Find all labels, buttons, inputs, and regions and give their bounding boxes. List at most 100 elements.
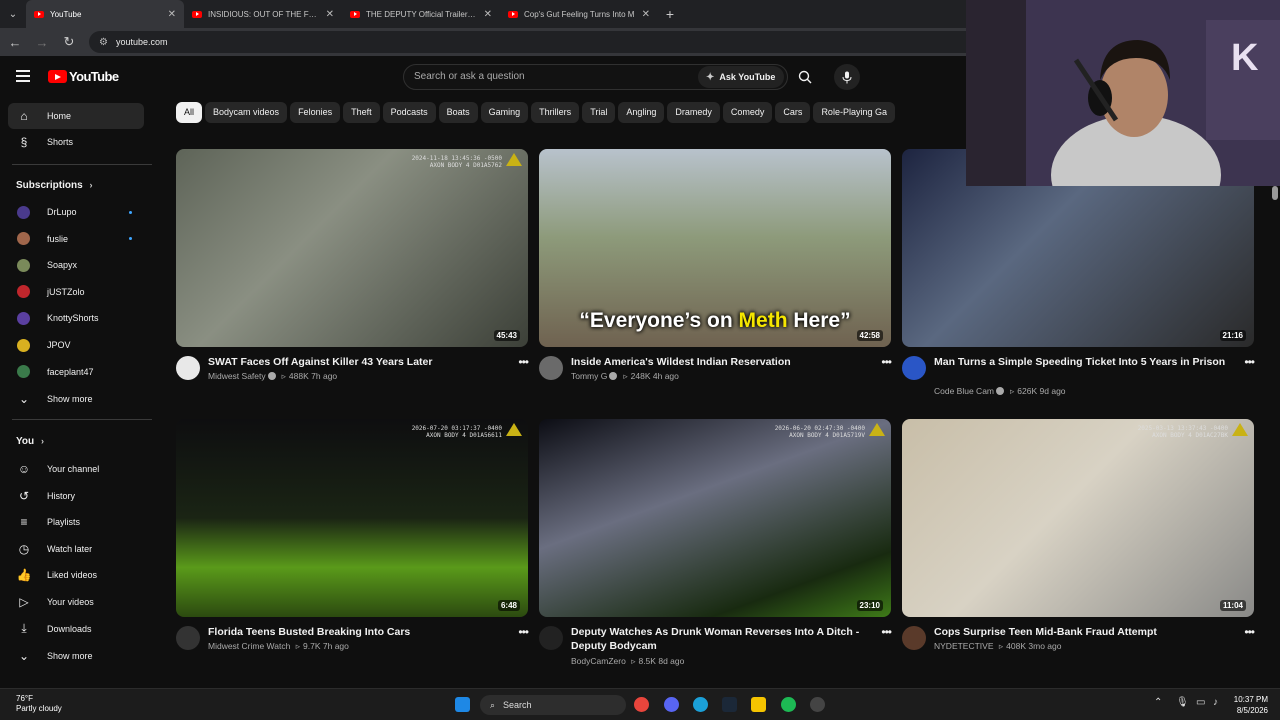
- edge-icon[interactable]: [693, 697, 708, 712]
- channel-name[interactable]: Midwest Crime Watch: [208, 641, 290, 651]
- reload-icon[interactable]: ↻: [57, 30, 81, 54]
- chip-podcasts[interactable]: Podcasts: [382, 102, 436, 123]
- video-card[interactable]: 2026-07-20 03:17:37 -0400 AXON BODY 4 D0…: [176, 419, 529, 659]
- sidebar-item-home[interactable]: ⌂ Home: [8, 103, 144, 129]
- sidebar-item-knottyshorts[interactable]: KnottyShorts: [8, 305, 144, 331]
- sidebar-item-justzolo[interactable]: jUSTZolo: [8, 279, 144, 305]
- sidebar-item-downloads[interactable]: ⤓ Downloads: [8, 616, 144, 642]
- sidebar-item-fuslie[interactable]: fuslie: [8, 226, 144, 252]
- channel-avatar[interactable]: [902, 356, 926, 380]
- close-tab-icon[interactable]: ✕: [484, 9, 492, 20]
- channel-avatar[interactable]: [176, 626, 200, 650]
- video-thumbnail[interactable]: 2026-06-20 02:47:30 -0400 AXON BODY 4 D0…: [539, 419, 891, 617]
- microphone-icon[interactable]: 🎙: [1176, 697, 1189, 708]
- browser-tab-youtube[interactable]: YouTube ✕: [26, 0, 184, 28]
- video-card[interactable]: 2026-06-20 02:47:30 -0400 AXON BODY 4 D0…: [539, 419, 892, 666]
- steam-icon[interactable]: [722, 697, 737, 712]
- more-options-icon[interactable]: •••: [881, 625, 892, 639]
- page-scrollbar[interactable]: [1272, 186, 1278, 200]
- more-options-icon[interactable]: •••: [518, 625, 529, 639]
- close-tab-icon[interactable]: ✕: [326, 9, 334, 20]
- video-title[interactable]: Florida Teens Busted Breaking Into Cars: [208, 625, 508, 639]
- windows-start-icon[interactable]: [455, 697, 470, 712]
- video-card[interactable]: 2024-11-18 13:45:36 -0500 AXON BODY 4 D0…: [176, 149, 529, 389]
- youtube-logo[interactable]: YouTube: [48, 69, 119, 84]
- chip-angling[interactable]: Angling: [618, 102, 665, 123]
- video-title[interactable]: Man Turns a Simple Speeding Ticket Into …: [934, 355, 1234, 369]
- chip-all[interactable]: All: [176, 102, 203, 123]
- channel-name[interactable]: BodyCamZero: [571, 656, 626, 666]
- chip-theft[interactable]: Theft: [343, 102, 380, 123]
- microphone-icon[interactable]: [834, 64, 860, 90]
- sidebar-show-more-you[interactable]: ⌄ Show more: [8, 643, 144, 669]
- chip-gaming[interactable]: Gaming: [480, 102, 529, 123]
- channel-name[interactable]: Code Blue Cam: [934, 386, 994, 396]
- channel-name[interactable]: NYDETECTIVE: [934, 641, 994, 651]
- more-options-icon[interactable]: •••: [881, 355, 892, 369]
- volume-icon[interactable]: ♪: [1213, 697, 1218, 708]
- clock[interactable]: 10:37 PM 8/5/2026: [1234, 694, 1268, 716]
- chip-boats[interactable]: Boats: [438, 102, 478, 123]
- more-options-icon[interactable]: •••: [518, 355, 529, 369]
- spotify-icon[interactable]: [781, 697, 796, 712]
- video-card[interactable]: 2025-03-13 13:37:43 -0400 AXON BODY 4 D0…: [902, 419, 1255, 659]
- channel-avatar[interactable]: [539, 356, 563, 380]
- back-icon[interactable]: ←: [3, 30, 27, 54]
- chip-cars[interactable]: Cars: [775, 102, 811, 123]
- sidebar-item-watch-later[interactable]: ◷ Watch later: [8, 536, 144, 562]
- weather-widget[interactable]: 76°F Partly cloudy: [16, 694, 62, 714]
- channel-avatar[interactable]: [902, 626, 926, 650]
- sidebar-item-faceplant47[interactable]: faceplant47: [8, 359, 144, 385]
- sidebar-item-jpov[interactable]: JPOV: [8, 332, 144, 358]
- chevron-up-icon[interactable]: ⌃: [1154, 697, 1162, 708]
- chrome-icon[interactable]: [634, 697, 649, 712]
- video-thumbnail[interactable]: 2026-07-20 03:17:37 -0400 AXON BODY 4 D0…: [176, 419, 528, 617]
- menu-icon[interactable]: [16, 70, 30, 85]
- chip-thrillers[interactable]: Thrillers: [531, 102, 580, 123]
- chip-trial[interactable]: Trial: [582, 102, 616, 123]
- ask-youtube-button[interactable]: ✦ Ask YouTube: [698, 66, 784, 88]
- app-icon[interactable]: [810, 697, 825, 712]
- browser-tab-deputy[interactable]: THE DEPUTY Official Trailer (20 ✕: [342, 0, 500, 28]
- new-tab-icon[interactable]: +: [658, 0, 682, 28]
- sidebar-item-your-videos[interactable]: ▷ Your videos: [8, 589, 144, 615]
- channel-avatar[interactable]: [176, 356, 200, 380]
- more-options-icon[interactable]: •••: [1244, 355, 1255, 369]
- network-icon[interactable]: ▭: [1196, 697, 1205, 708]
- video-title[interactable]: Inside America's Wildest Indian Reservat…: [571, 355, 871, 369]
- sidebar-item-playlists[interactable]: ≡ Playlists: [8, 509, 144, 535]
- chip-felonies[interactable]: Felonies: [290, 102, 341, 123]
- site-info-icon[interactable]: ⚙: [99, 37, 108, 48]
- sidebar-item-history[interactable]: ↺ History: [8, 483, 144, 509]
- video-title[interactable]: Deputy Watches As Drunk Woman Reverses I…: [571, 625, 871, 653]
- file-explorer-icon[interactable]: [751, 697, 766, 712]
- taskbar-search[interactable]: ⌕ Search: [480, 695, 626, 715]
- search-icon[interactable]: [792, 65, 818, 89]
- close-tab-icon[interactable]: ✕: [168, 9, 176, 20]
- forward-icon[interactable]: →: [30, 30, 54, 54]
- discord-icon[interactable]: [664, 697, 679, 712]
- more-options-icon[interactable]: •••: [1244, 625, 1255, 639]
- video-card[interactable]: “Everyone’s on Meth Here” 42:58 Inside Ame…: [539, 149, 892, 389]
- subscriptions-heading[interactable]: Subscriptions ›: [16, 180, 92, 191]
- sidebar-item-your-channel[interactable]: ☺ Your channel: [8, 456, 144, 482]
- browser-tab-insidious[interactable]: INSIDIOUS: OUT OF THE FURTH ✕: [184, 0, 342, 28]
- sidebar-item-shorts[interactable]: § Shorts: [8, 129, 144, 155]
- channel-avatar[interactable]: [539, 626, 563, 650]
- chip-role-playing-ga[interactable]: Role-Playing Ga: [813, 102, 895, 123]
- chip-bodycam-videos[interactable]: Bodycam videos: [205, 102, 288, 123]
- you-heading[interactable]: You ›: [16, 436, 44, 447]
- sidebar-show-more-subscriptions[interactable]: ⌄ Show more: [8, 386, 144, 412]
- chip-dramedy[interactable]: Dramedy: [667, 102, 720, 123]
- video-thumbnail[interactable]: 2025-03-13 13:37:43 -0400 AXON BODY 4 D0…: [902, 419, 1254, 617]
- video-thumbnail[interactable]: 2024-11-18 13:45:36 -0500 AXON BODY 4 D0…: [176, 149, 528, 347]
- sidebar-item-liked-videos[interactable]: 👍 Liked videos: [8, 562, 144, 588]
- browser-tab-cops[interactable]: Cop's Gut Feeling Turns Into M ✕: [500, 0, 658, 28]
- sidebar-item-drlupo[interactable]: DrLupo: [8, 199, 144, 225]
- tab-search-icon[interactable]: ⌄: [0, 0, 26, 28]
- video-title[interactable]: Cops Surprise Teen Mid-Bank Fraud Attemp…: [934, 625, 1234, 639]
- video-thumbnail[interactable]: “Everyone’s on Meth Here” 42:58: [539, 149, 891, 347]
- video-title[interactable]: SWAT Faces Off Against Killer 43 Years L…: [208, 355, 508, 369]
- channel-name[interactable]: Midwest Safety: [208, 371, 266, 381]
- chip-comedy[interactable]: Comedy: [722, 102, 773, 123]
